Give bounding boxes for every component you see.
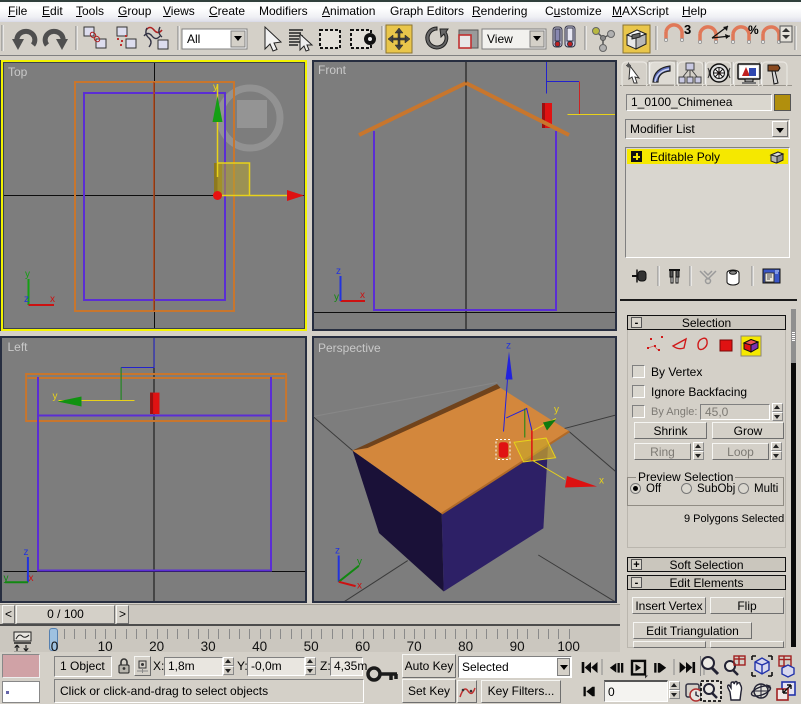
svg-text:x: x — [357, 581, 362, 592]
svg-text:z: z — [335, 546, 340, 557]
svg-text:Perspective: Perspective — [318, 341, 381, 355]
svg-text:x: x — [360, 290, 365, 301]
svg-text:Front: Front — [318, 63, 347, 77]
svg-text:All: All — [187, 32, 200, 46]
svg-text:z: z — [24, 294, 29, 305]
svg-text:y: y — [554, 405, 559, 416]
svg-text:z: z — [506, 341, 511, 352]
svg-text:y: y — [334, 292, 339, 303]
svg-text:z: z — [336, 266, 341, 277]
svg-text:Top: Top — [8, 65, 28, 79]
svg-text:x: x — [599, 476, 604, 487]
svg-text:x: x — [29, 573, 34, 584]
svg-text:y: y — [4, 573, 9, 584]
svg-text:View: View — [487, 32, 513, 46]
svg-text:y: y — [357, 557, 362, 568]
svg-text:y: y — [25, 269, 30, 280]
svg-text:y: y — [53, 391, 58, 402]
svg-text:%: % — [748, 23, 759, 37]
svg-text:x: x — [50, 294, 55, 305]
svg-text:Left: Left — [8, 340, 29, 354]
svg-text:3: 3 — [684, 22, 691, 37]
svg-text:y: y — [213, 82, 218, 93]
svg-text:z: z — [24, 547, 29, 558]
